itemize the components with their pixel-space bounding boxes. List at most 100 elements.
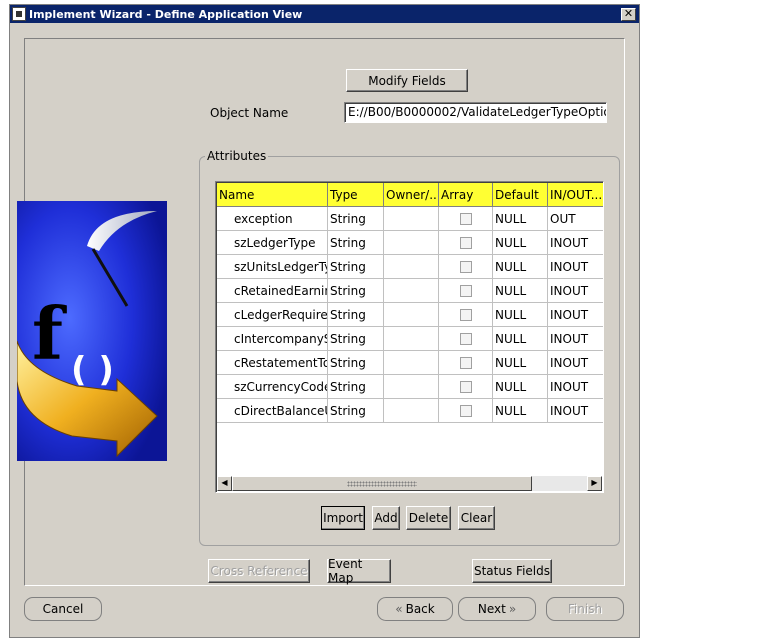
cell-default: NULL xyxy=(493,327,548,351)
close-icon[interactable]: ✕ xyxy=(621,7,636,21)
cell-type: String xyxy=(328,255,384,279)
cell-default: NULL xyxy=(493,207,548,231)
cell-inout: INOUT xyxy=(548,255,603,279)
cell-type: String xyxy=(328,279,384,303)
cell-default: NULL xyxy=(493,375,548,399)
table-row[interactable]: cLedgerRequirec String NULL INOUT xyxy=(217,303,603,327)
cell-type: String xyxy=(328,327,384,351)
table-row[interactable]: szUnitsLedgerTy String NULL INOUT xyxy=(217,255,603,279)
cell-name: cRestatementTol xyxy=(217,351,328,375)
cell-type: String xyxy=(328,207,384,231)
array-checkbox[interactable] xyxy=(459,333,472,345)
cell-inout: OUT xyxy=(548,207,603,231)
cell-array xyxy=(439,207,493,231)
cell-owner xyxy=(384,255,439,279)
column-header-default[interactable]: Default xyxy=(493,183,548,207)
cell-name: cDirectBalanceU xyxy=(217,399,328,423)
cell-default: NULL xyxy=(493,399,548,423)
column-header-name[interactable]: Name xyxy=(217,183,328,207)
column-header-array[interactable]: Array xyxy=(439,183,493,207)
table-row[interactable]: cDirectBalanceU String NULL INOUT xyxy=(217,399,603,423)
column-header-inout[interactable]: IN/OUT... xyxy=(548,183,603,207)
cell-array xyxy=(439,351,493,375)
cell-type: String xyxy=(328,351,384,375)
cell-owner xyxy=(384,375,439,399)
cell-inout: INOUT xyxy=(548,351,603,375)
cell-name: szUnitsLedgerTy xyxy=(217,255,328,279)
svg-text:( ): ( ) xyxy=(71,350,114,390)
array-checkbox[interactable] xyxy=(459,309,472,321)
next-button[interactable]: Next » xyxy=(458,597,536,621)
cell-name: exception xyxy=(217,207,328,231)
cell-default: NULL xyxy=(493,255,548,279)
table-row[interactable]: exception String NULL OUT xyxy=(217,207,603,231)
array-checkbox[interactable] xyxy=(459,405,472,417)
scroll-left-icon[interactable]: ◀ xyxy=(217,476,232,491)
cell-name: cLedgerRequirec xyxy=(217,303,328,327)
table-body: exception String NULL OUT szLedgerType S… xyxy=(217,207,603,423)
next-button-label: Next xyxy=(477,602,506,616)
cell-name: szLedgerType xyxy=(217,231,328,255)
attributes-group-title: Attributes xyxy=(205,149,269,163)
cell-name: cRetainedEarnin xyxy=(217,279,328,303)
column-header-type[interactable]: Type xyxy=(328,183,384,207)
cell-array xyxy=(439,399,493,423)
cell-inout: INOUT xyxy=(548,303,603,327)
table-row[interactable]: szCurrencyCodel String NULL INOUT xyxy=(217,375,603,399)
table-row[interactable]: cRestatementTol String NULL INOUT xyxy=(217,351,603,375)
cell-type: String xyxy=(328,399,384,423)
cell-inout: INOUT xyxy=(548,327,603,351)
app-icon xyxy=(12,7,26,21)
cell-owner xyxy=(384,399,439,423)
object-name-field[interactable]: E://B00/B0000002/ValidateLedgerTypeOptio… xyxy=(344,102,607,123)
array-checkbox[interactable] xyxy=(459,381,472,393)
attributes-table[interactable]: Name Type Owner/... Array Default IN/OUT… xyxy=(215,181,604,493)
cell-owner xyxy=(384,327,439,351)
cross-reference-button[interactable]: Cross Reference xyxy=(208,559,310,583)
cell-owner xyxy=(384,231,439,255)
cell-owner xyxy=(384,207,439,231)
table-row[interactable]: cIntercompanySe String NULL INOUT xyxy=(217,327,603,351)
cell-owner xyxy=(384,351,439,375)
horizontal-scrollbar[interactable]: ◀ ▶ xyxy=(217,476,602,491)
function-wizard-graphic: f ( ) xyxy=(17,201,167,461)
table-header: Name Type Owner/... Array Default IN/OUT… xyxy=(217,183,603,207)
cell-array xyxy=(439,231,493,255)
modify-fields-button[interactable]: Modify Fields xyxy=(346,69,468,92)
add-button[interactable]: Add xyxy=(372,506,400,530)
cell-inout: INOUT xyxy=(548,399,603,423)
cell-array xyxy=(439,375,493,399)
array-checkbox[interactable] xyxy=(459,261,472,273)
table-row[interactable]: cRetainedEarnin String NULL INOUT xyxy=(217,279,603,303)
clear-button[interactable]: Clear xyxy=(458,506,495,530)
next-arrow-icon: » xyxy=(508,602,517,616)
array-checkbox[interactable] xyxy=(459,357,472,369)
cell-inout: INOUT xyxy=(548,231,603,255)
cell-type: String xyxy=(328,303,384,327)
back-button-label: Back xyxy=(405,602,435,616)
array-checkbox[interactable] xyxy=(459,213,472,225)
cell-owner xyxy=(384,279,439,303)
array-checkbox[interactable] xyxy=(459,237,472,249)
array-checkbox[interactable] xyxy=(459,285,472,297)
cell-inout: INOUT xyxy=(548,279,603,303)
object-name-label: Object Name xyxy=(210,106,289,120)
finish-button[interactable]: Finish xyxy=(546,597,624,621)
scroll-thumb[interactable] xyxy=(232,476,532,491)
event-map-button[interactable]: Event Map xyxy=(327,557,391,585)
status-fields-button[interactable]: Status Fields xyxy=(472,559,552,583)
column-header-owner[interactable]: Owner/... xyxy=(384,183,439,207)
cancel-button[interactable]: Cancel xyxy=(24,597,102,621)
import-button[interactable]: Import xyxy=(321,506,365,530)
window-title: Implement Wizard - Define Application Vi… xyxy=(29,7,303,21)
cell-default: NULL xyxy=(493,231,548,255)
scroll-right-icon[interactable]: ▶ xyxy=(587,476,602,491)
title-bar: Implement Wizard - Define Application Vi… xyxy=(10,5,639,23)
cell-name: szCurrencyCodel xyxy=(217,375,328,399)
cell-array xyxy=(439,279,493,303)
back-arrow-icon: « xyxy=(395,602,403,616)
delete-button[interactable]: Delete xyxy=(406,506,451,530)
cell-default: NULL xyxy=(493,351,548,375)
table-row[interactable]: szLedgerType String NULL INOUT xyxy=(217,231,603,255)
back-button[interactable]: « Back xyxy=(377,597,453,621)
